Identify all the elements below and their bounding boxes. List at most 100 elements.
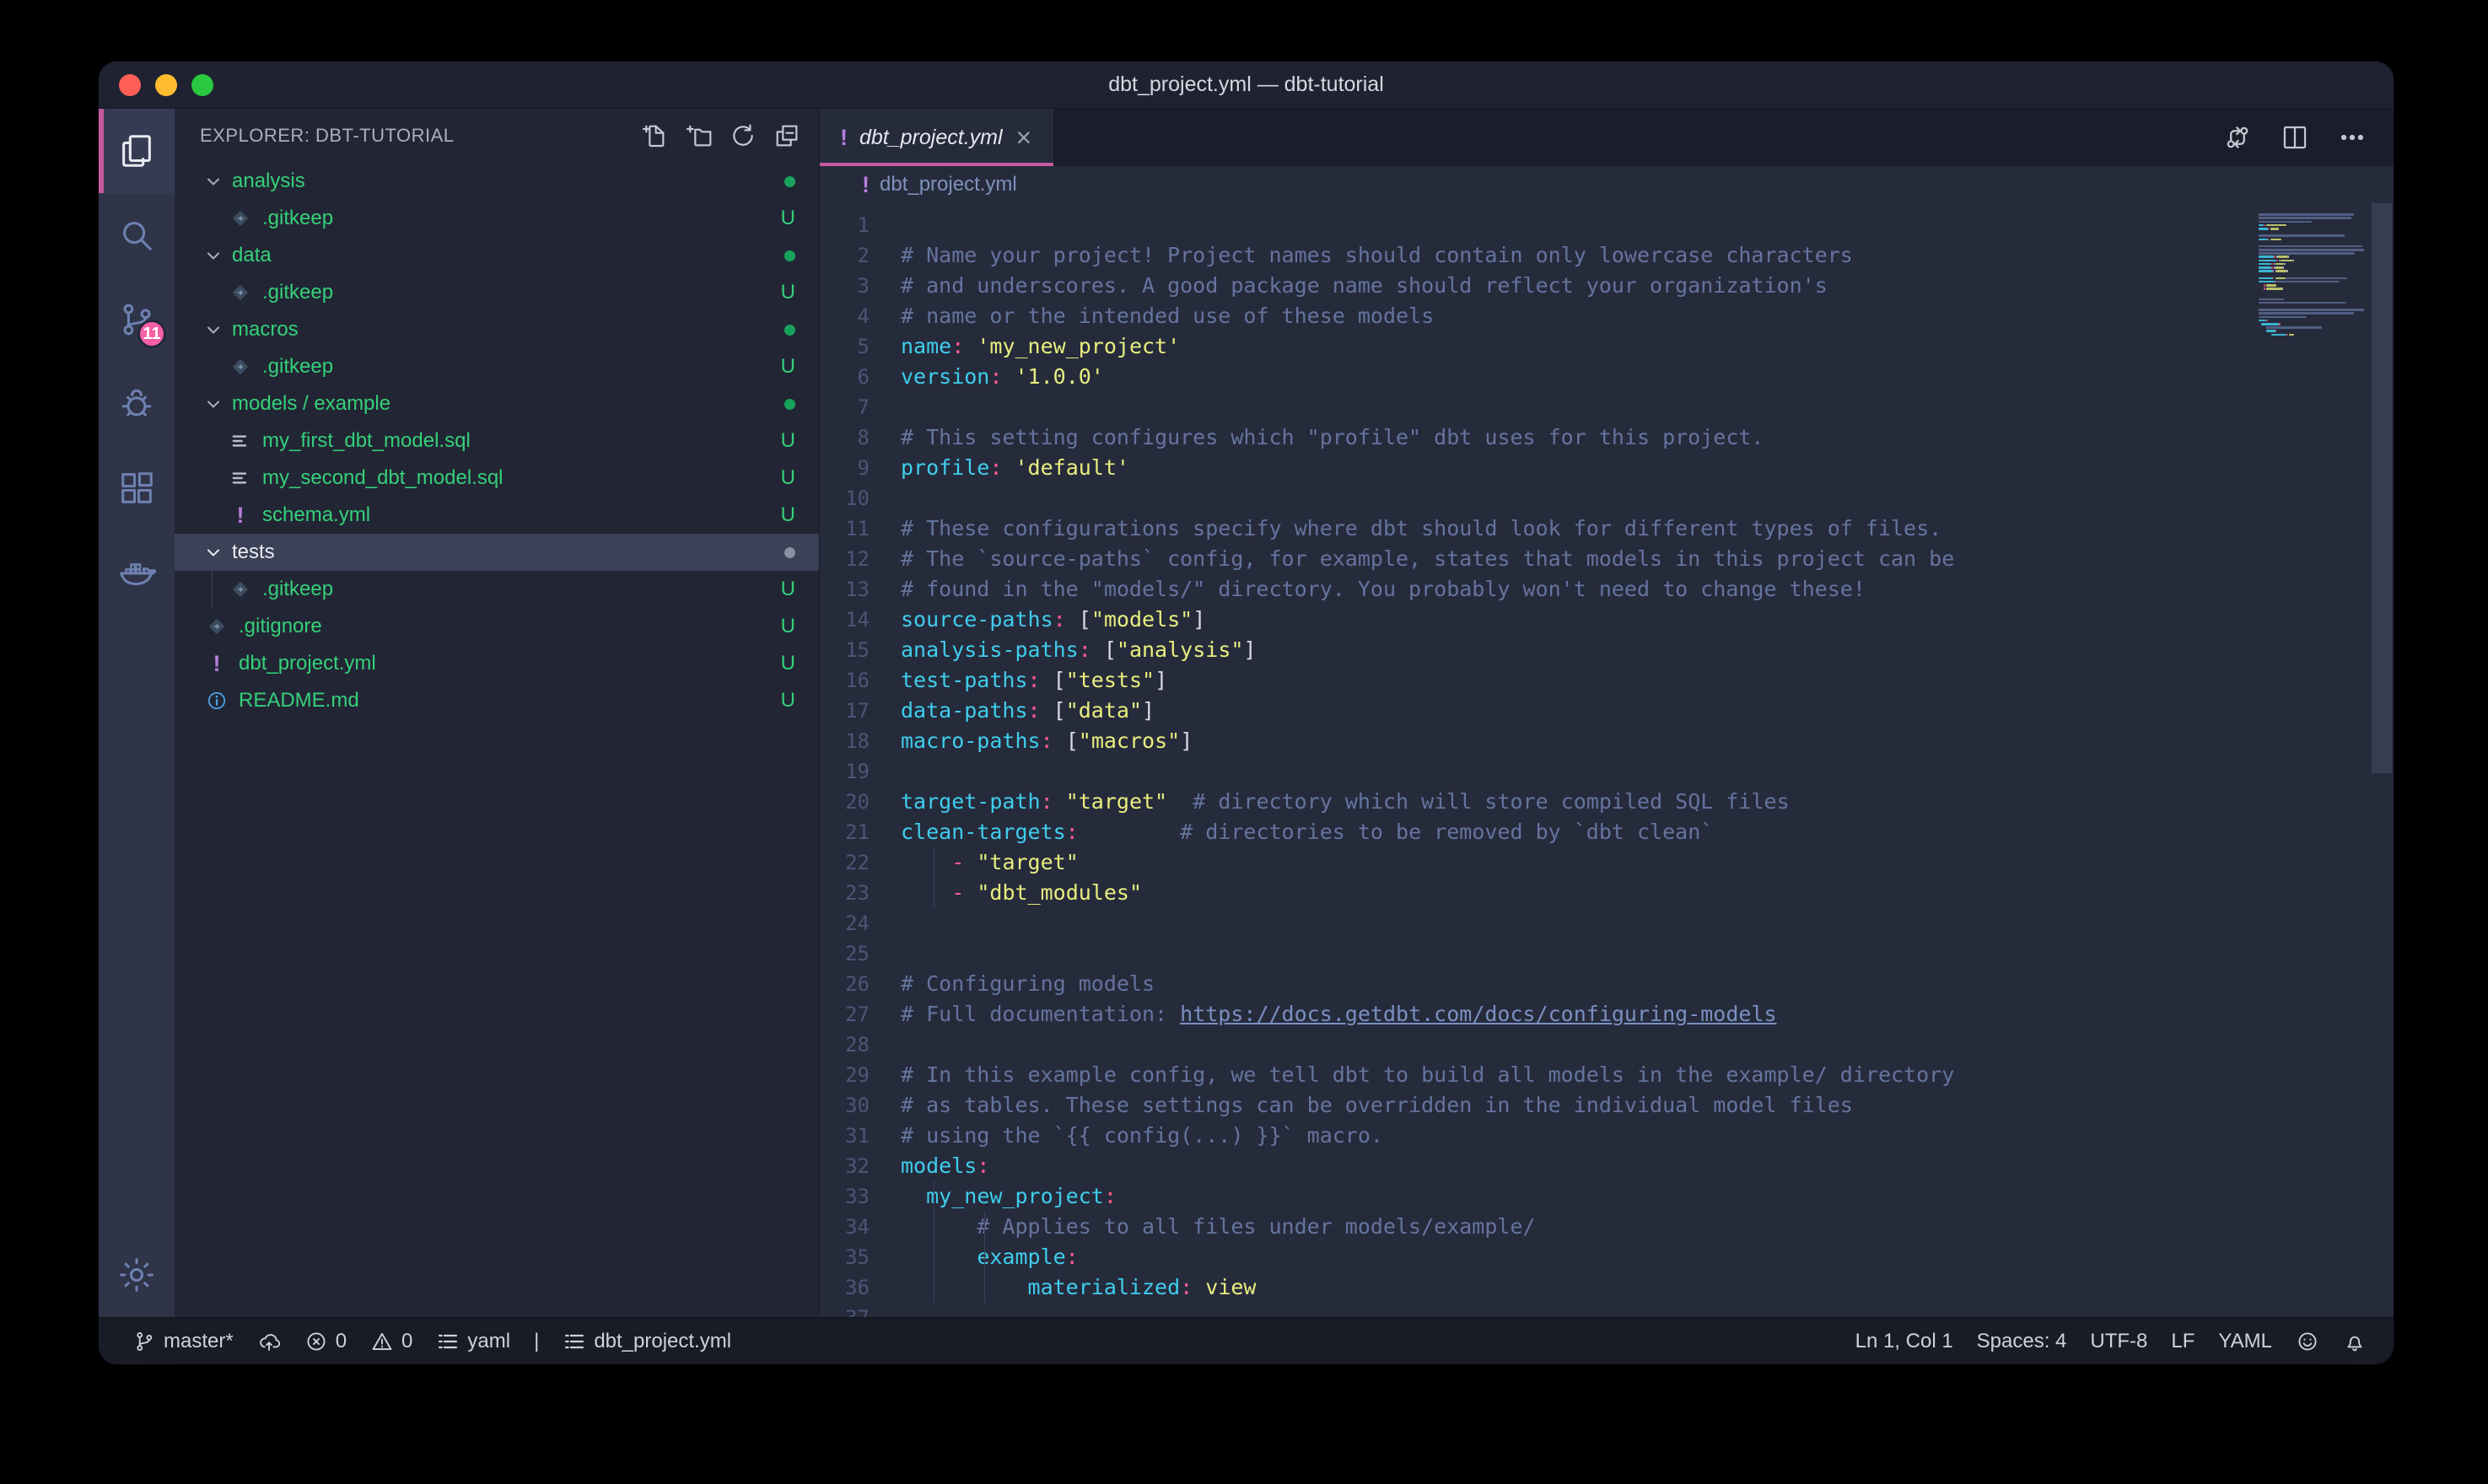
minimap-line bbox=[2259, 277, 2368, 280]
code-line-25[interactable]: 25 bbox=[820, 938, 2394, 969]
activity-item-docker[interactable] bbox=[99, 530, 175, 615]
code-line-18[interactable]: 18macro-paths: ["macros"] bbox=[820, 726, 2394, 756]
code-line-12[interactable]: 12# The `source-paths` config, for examp… bbox=[820, 544, 2394, 574]
tree-item--gitkeep[interactable]: .gitkeepU bbox=[175, 348, 819, 385]
status-item-errors[interactable]: 0 bbox=[293, 1330, 358, 1353]
code-line-15[interactable]: 15analysis-paths: ["analysis"] bbox=[820, 635, 2394, 665]
code-line-19[interactable]: 19 bbox=[820, 756, 2394, 787]
status-item-language-mode[interactable]: YAML bbox=[2206, 1330, 2284, 1353]
code-line-22[interactable]: 22 - "target" bbox=[820, 847, 2394, 878]
tree-item-macros[interactable]: macros bbox=[175, 311, 819, 348]
status-item-label: 0 bbox=[336, 1330, 347, 1353]
tree-item--gitignore[interactable]: .gitignoreU bbox=[175, 608, 819, 645]
minimize-window-button[interactable] bbox=[155, 74, 177, 96]
code-line-23[interactable]: 23 - "dbt_modules" bbox=[820, 878, 2394, 908]
status-item-eol[interactable]: LF bbox=[2159, 1330, 2206, 1353]
activity-item-source-control[interactable]: 11 bbox=[99, 277, 175, 362]
code-line-31[interactable]: 31# using the `{{ config(...) }}` macro. bbox=[820, 1121, 2394, 1151]
status-item-git-branch[interactable]: master* bbox=[121, 1330, 245, 1353]
status-item-encoding[interactable]: UTF-8 bbox=[2078, 1330, 2159, 1353]
code-line-14[interactable]: 14source-paths: ["models"] bbox=[820, 605, 2394, 635]
code-line-21[interactable]: 21clean-targets: # directories to be rem… bbox=[820, 817, 2394, 847]
zoom-window-button[interactable] bbox=[191, 74, 213, 96]
code-line-32[interactable]: 32models: bbox=[820, 1151, 2394, 1181]
code-line-5[interactable]: 5name: 'my_new_project' bbox=[820, 331, 2394, 362]
scrollbar-thumb[interactable] bbox=[2372, 203, 2392, 773]
tree-item-tests[interactable]: tests bbox=[175, 534, 819, 571]
code-line-16[interactable]: 16test-paths: ["tests"] bbox=[820, 665, 2394, 696]
open-changes-button[interactable] bbox=[2223, 123, 2252, 152]
code-line-24[interactable]: 24 bbox=[820, 908, 2394, 938]
code-line-34[interactable]: 34 # Applies to all files under models/e… bbox=[820, 1212, 2394, 1242]
tree-item-readme-md[interactable]: README.mdU bbox=[175, 682, 819, 719]
code-line-36[interactable]: 36 materialized: view bbox=[820, 1272, 2394, 1303]
code-line-33[interactable]: 33 my_new_project: bbox=[820, 1181, 2394, 1212]
collapse-all-button[interactable] bbox=[773, 122, 800, 149]
tab-dbt-project-yml[interactable]: ! dbt_project.yml × bbox=[820, 109, 1054, 166]
tree-item--gitkeep[interactable]: .gitkeepU bbox=[175, 274, 819, 311]
activity-item-settings[interactable] bbox=[99, 1233, 175, 1317]
code-line-7[interactable]: 7 bbox=[820, 392, 2394, 422]
code-line-4[interactable]: 4# name or the intended use of these mod… bbox=[820, 301, 2394, 331]
code-line-27[interactable]: 27# Full documentation: https://docs.get… bbox=[820, 999, 2394, 1030]
code-line-17[interactable]: 17data-paths: ["data"] bbox=[820, 696, 2394, 726]
code-line-3[interactable]: 3# and underscores. A good package name … bbox=[820, 271, 2394, 301]
status-item-label: Spaces: 4 bbox=[1977, 1330, 2067, 1353]
close-tab-icon[interactable]: × bbox=[1015, 124, 1034, 151]
code-line-6[interactable]: 6version: '1.0.0' bbox=[820, 362, 2394, 392]
tree-item-my-second-dbt-model-sql[interactable]: my_second_dbt_model.sqlU bbox=[175, 460, 819, 497]
minimap[interactable] bbox=[2259, 210, 2368, 341]
activity-item-extensions[interactable] bbox=[99, 446, 175, 530]
code-text: # The `source-paths` config, for example… bbox=[901, 544, 1954, 574]
editor-scrollbar[interactable] bbox=[2370, 203, 2394, 1317]
status-item-indentation[interactable]: Spaces: 4 bbox=[1965, 1330, 2079, 1353]
code-line-8[interactable]: 8# This setting configures which "profil… bbox=[820, 422, 2394, 453]
code-line-13[interactable]: 13# found in the "models/" directory. Yo… bbox=[820, 574, 2394, 605]
tree-item-data[interactable]: data bbox=[175, 237, 819, 274]
minimap-line bbox=[2259, 266, 2368, 269]
minimap-line bbox=[2259, 309, 2368, 311]
split-editor-button[interactable] bbox=[2281, 123, 2309, 152]
status-item-cursor-position[interactable]: Ln 1, Col 1 bbox=[1844, 1330, 1965, 1353]
status-item-notifications[interactable] bbox=[2331, 1330, 2378, 1353]
tree-item-dbt-project-yml[interactable]: !dbt_project.ymlU bbox=[175, 645, 819, 682]
close-window-button[interactable] bbox=[119, 74, 141, 96]
minimap-line bbox=[2259, 330, 2368, 332]
code-line-30[interactable]: 30# as tables. These settings can be ove… bbox=[820, 1090, 2394, 1121]
activity-item-explorer[interactable] bbox=[99, 109, 175, 193]
tree-item-schema-yml[interactable]: !schema.ymlU bbox=[175, 497, 819, 534]
refresh-button[interactable] bbox=[730, 122, 757, 149]
code-line-9[interactable]: 9profile: 'default' bbox=[820, 453, 2394, 483]
status-item-warnings[interactable]: 0 bbox=[358, 1330, 424, 1353]
code-line-11[interactable]: 11# These configurations specify where d… bbox=[820, 513, 2394, 544]
minimap-line bbox=[2259, 245, 2368, 248]
status-item-feedback[interactable] bbox=[2284, 1330, 2331, 1353]
activity-item-search[interactable] bbox=[99, 193, 175, 277]
activity-item-run-and-debug[interactable] bbox=[99, 362, 175, 446]
code-line-20[interactable]: 20target-path: "target" # directory whic… bbox=[820, 787, 2394, 817]
tree-item--gitkeep[interactable]: .gitkeepU bbox=[175, 200, 819, 237]
code-line-35[interactable]: 35 example: bbox=[820, 1242, 2394, 1272]
more-actions-button[interactable] bbox=[2338, 123, 2367, 152]
line-number: 20 bbox=[820, 787, 901, 817]
explorer-header: EXPLORER: DBT-TUTORIAL bbox=[175, 109, 819, 163]
new-file-button[interactable] bbox=[642, 122, 669, 149]
tree-item--gitkeep[interactable]: .gitkeepU bbox=[175, 571, 819, 608]
minimap-line bbox=[2259, 224, 2368, 227]
tree-item-my-first-dbt-model-sql[interactable]: my_first_dbt_model.sqlU bbox=[175, 422, 819, 460]
code-line-10[interactable]: 10 bbox=[820, 483, 2394, 513]
new-folder-button[interactable] bbox=[686, 122, 713, 149]
tree-item-models-example[interactable]: models / example bbox=[175, 385, 819, 422]
breadcrumb-file[interactable]: dbt_project.yml bbox=[880, 173, 1017, 196]
code-line-37[interactable]: 37 bbox=[820, 1303, 2394, 1317]
code-line-26[interactable]: 26# Configuring models bbox=[820, 969, 2394, 999]
status-item-linter-yaml[interactable]: yaml bbox=[424, 1330, 522, 1353]
code-editor[interactable]: 12# Name your project! Project names sho… bbox=[820, 203, 2394, 1317]
tree-item-analysis[interactable]: analysis bbox=[175, 163, 819, 200]
code-line-28[interactable]: 28 bbox=[820, 1030, 2394, 1060]
status-item-linter-file[interactable]: dbt_project.yml bbox=[551, 1330, 743, 1353]
code-line-2[interactable]: 2# Name your project! Project names shou… bbox=[820, 240, 2394, 271]
code-line-29[interactable]: 29# In this example config, we tell dbt … bbox=[820, 1060, 2394, 1090]
code-line-1[interactable]: 1 bbox=[820, 210, 2394, 240]
status-item-publish-changes[interactable] bbox=[245, 1330, 293, 1353]
